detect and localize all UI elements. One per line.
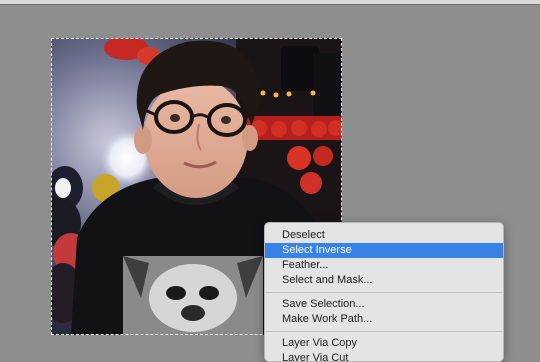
menu-item-layer-via-cut[interactable]: Layer Via Cut — [265, 351, 503, 361]
menu-item-deselect[interactable]: Deselect — [265, 228, 503, 243]
menu-item-select-inverse[interactable]: Select Inverse — [265, 243, 503, 258]
menu-item-make-work-path[interactable]: Make Work Path... — [265, 312, 503, 327]
menu-item-feather[interactable]: Feather... — [265, 258, 503, 273]
menu-item-save-selection[interactable]: Save Selection... — [265, 297, 503, 312]
menu-separator — [265, 331, 503, 332]
menu-item-layer-via-copy[interactable]: Layer Via Copy — [265, 336, 503, 351]
top-ruler — [0, 0, 540, 5]
menu-separator — [265, 292, 503, 293]
context-menu: Deselect Select Inverse Feather... Select a… — [264, 222, 504, 362]
menu-item-select-and-mask[interactable]: Select and Mask... — [265, 273, 503, 288]
